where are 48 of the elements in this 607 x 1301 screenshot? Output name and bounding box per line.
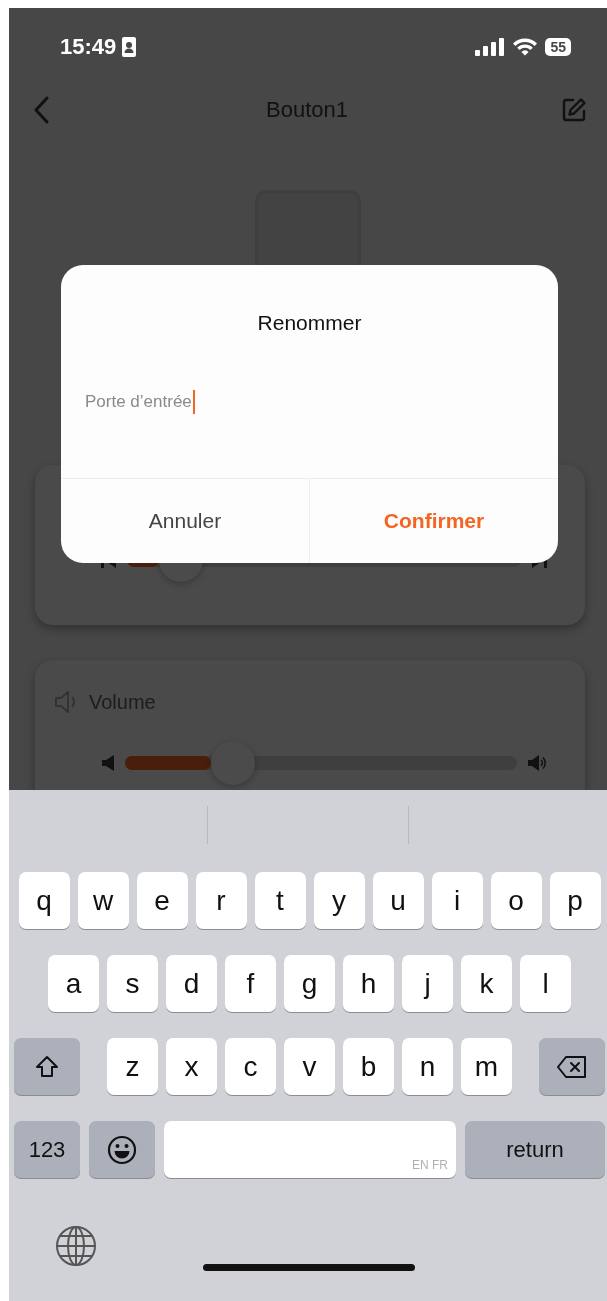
id-card-icon xyxy=(122,36,137,57)
letter-key[interactable]: r xyxy=(195,872,247,929)
letter-key[interactable]: e xyxy=(136,872,188,929)
signal-icon xyxy=(475,37,506,56)
letter-key[interactable]: m xyxy=(461,1038,512,1095)
letter-key[interactable]: v xyxy=(284,1038,335,1095)
letter-key[interactable]: z xyxy=(107,1038,158,1095)
cancel-button[interactable]: Annuler xyxy=(61,479,309,563)
numbers-key[interactable]: 123 xyxy=(14,1121,80,1178)
letter-key[interactable]: c xyxy=(225,1038,276,1095)
letter-key[interactable]: l xyxy=(520,955,571,1012)
letter-key[interactable]: o xyxy=(490,872,542,929)
letter-key[interactable]: s xyxy=(107,955,158,1012)
input-field[interactable]: Porte d’entrée xyxy=(85,387,534,417)
wifi-icon xyxy=(512,37,539,56)
battery-icon: 55 xyxy=(545,37,571,56)
letter-key[interactable]: h xyxy=(343,955,394,1012)
backspace-icon xyxy=(556,1054,588,1079)
shift-key[interactable] xyxy=(14,1038,80,1095)
dialog-title: Renommer xyxy=(256,311,363,335)
letter-key[interactable]: w xyxy=(77,872,129,929)
volume-high-icon xyxy=(527,754,547,772)
letter-key[interactable]: g xyxy=(284,955,335,1012)
letter-key[interactable]: y xyxy=(313,872,365,929)
letter-key[interactable]: x xyxy=(166,1038,217,1095)
delete-key[interactable] xyxy=(539,1038,605,1095)
letter-key[interactable]: n xyxy=(402,1038,453,1095)
emoji-key[interactable] xyxy=(89,1121,155,1178)
status-time: 15:49 xyxy=(60,33,117,60)
language-label: EN FR xyxy=(412,1158,448,1172)
letter-key[interactable]: f xyxy=(225,955,276,1012)
letter-key[interactable]: a xyxy=(48,955,99,1012)
letter-key[interactable]: u xyxy=(372,872,424,929)
letter-key[interactable]: d xyxy=(166,955,217,1012)
letter-key[interactable]: j xyxy=(402,955,453,1012)
globe-icon[interactable] xyxy=(54,1224,98,1268)
return-key[interactable]: return xyxy=(465,1121,605,1178)
shift-icon xyxy=(34,1053,60,1080)
smiley-icon xyxy=(107,1134,137,1165)
letter-key[interactable]: i xyxy=(431,872,483,929)
letter-key[interactable]: b xyxy=(343,1038,394,1095)
volume-low-icon xyxy=(101,754,115,772)
letter-key[interactable]: t xyxy=(254,872,306,929)
letter-key[interactable]: q xyxy=(18,872,70,929)
letter-key[interactable]: p xyxy=(549,872,601,929)
slider-thumb[interactable] xyxy=(211,741,256,785)
text-cursor-icon xyxy=(192,390,195,414)
letter-key[interactable]: k xyxy=(461,955,512,1012)
